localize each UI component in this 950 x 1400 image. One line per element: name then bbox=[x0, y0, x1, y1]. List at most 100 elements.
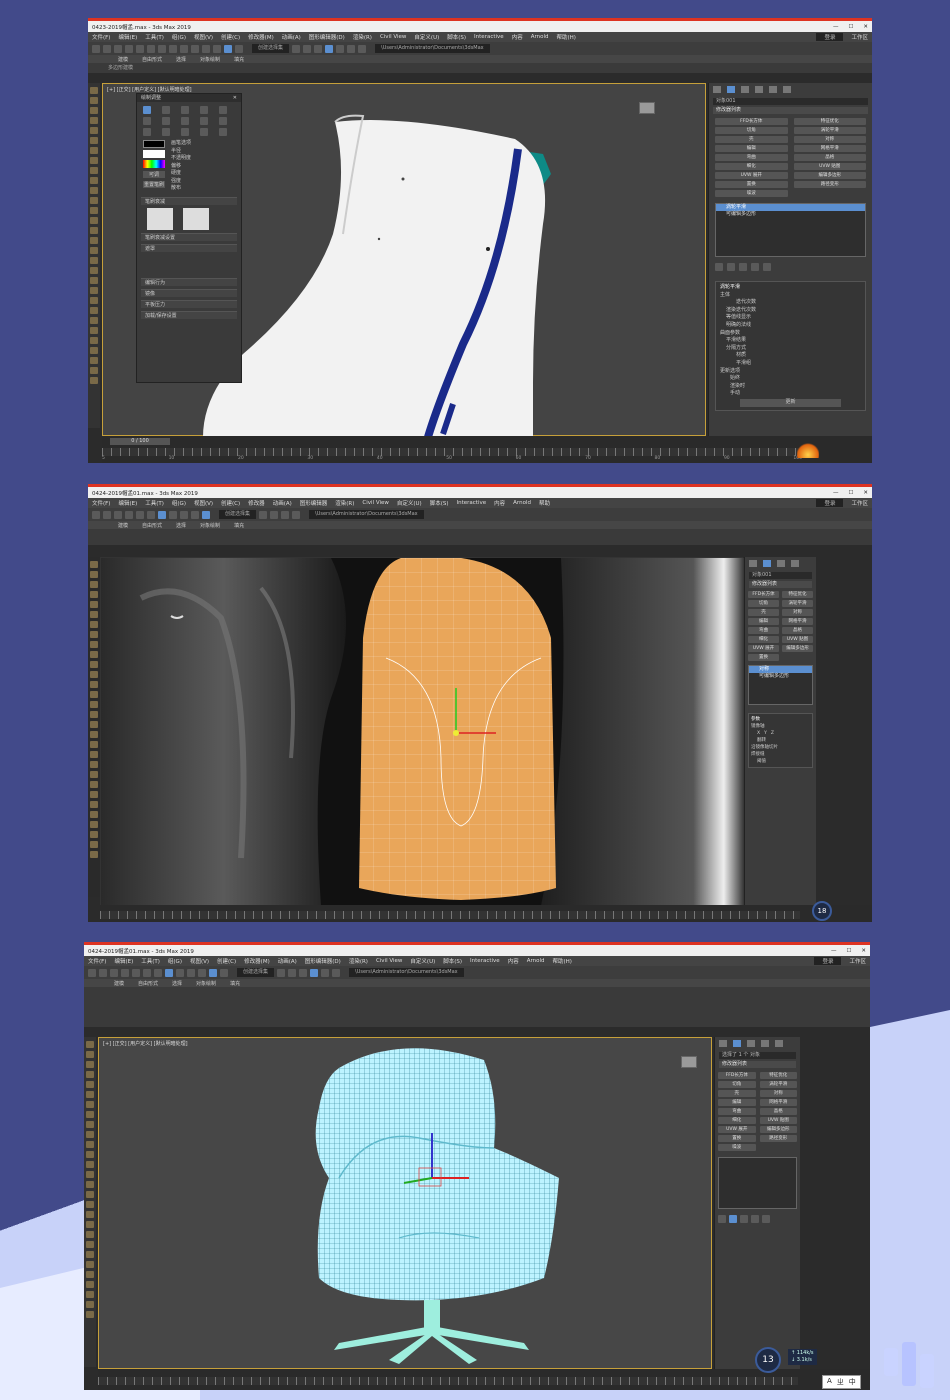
ribbon-tab-modeling[interactable]: 建模 bbox=[118, 56, 128, 63]
threshold-field[interactable]: 阈值 bbox=[751, 758, 810, 765]
tool-icon[interactable] bbox=[90, 337, 98, 344]
menu-view[interactable]: 视图(V) bbox=[190, 957, 209, 965]
close-button[interactable]: ✕ bbox=[863, 24, 868, 30]
modifier-button[interactable]: 编辑 bbox=[748, 618, 779, 625]
menu-file[interactable]: 文件(F) bbox=[92, 499, 110, 507]
menu-customize[interactable]: 自定义(U) bbox=[410, 957, 435, 965]
modifier-button[interactable]: 路径变形 bbox=[759, 1135, 797, 1142]
tool-icon[interactable] bbox=[86, 1081, 94, 1088]
section-falloff[interactable]: 笔刷衰减 bbox=[141, 196, 237, 205]
tool-icon[interactable] bbox=[90, 277, 98, 284]
tool-icon[interactable] bbox=[90, 137, 98, 144]
modifier-button[interactable]: 编辑多边形 bbox=[782, 645, 813, 652]
link-icon[interactable] bbox=[114, 44, 122, 53]
unlink-icon[interactable] bbox=[125, 510, 133, 519]
menu-tools[interactable]: 工具(T) bbox=[145, 499, 164, 507]
tool-icon[interactable] bbox=[86, 1201, 94, 1208]
project-path[interactable]: \Users\Administrator\Documents\3dsMax bbox=[349, 968, 464, 977]
tool-icon[interactable] bbox=[90, 367, 98, 374]
select-icon[interactable] bbox=[147, 44, 155, 53]
menu-help[interactable]: 帮助 bbox=[539, 499, 550, 507]
menu-help[interactable]: 帮助(H) bbox=[557, 33, 576, 41]
bind-icon[interactable] bbox=[136, 44, 144, 53]
tool-icon[interactable] bbox=[86, 1291, 94, 1298]
object-name-field[interactable]: 对象001 bbox=[749, 572, 812, 579]
undo-icon[interactable] bbox=[88, 968, 96, 977]
modifier-button[interactable]: 壳 bbox=[748, 609, 779, 616]
rollout-item[interactable]: 明确的法线 bbox=[720, 322, 861, 330]
hierarchy-tab-icon[interactable] bbox=[777, 560, 785, 567]
brush-icon[interactable] bbox=[162, 128, 170, 136]
close-button[interactable]: ✕ bbox=[861, 948, 866, 954]
hierarchy-tab-icon[interactable] bbox=[747, 1040, 755, 1047]
menu-rendering[interactable]: 渲染(R) bbox=[349, 957, 368, 965]
motion-tab-icon[interactable] bbox=[755, 86, 763, 93]
tool-icon[interactable] bbox=[86, 1261, 94, 1268]
modifier-button[interactable]: 编辑多边形 bbox=[793, 172, 866, 179]
workspace-label[interactable]: 工作区 bbox=[849, 957, 866, 965]
tool-icon[interactable] bbox=[90, 377, 98, 384]
redo-icon[interactable] bbox=[103, 44, 111, 53]
tool-icon[interactable] bbox=[86, 1101, 94, 1108]
tool-icon[interactable] bbox=[90, 147, 98, 154]
modifier-button[interactable]: 编辑 bbox=[718, 1099, 756, 1106]
modifier-button[interactable]: 对称 bbox=[782, 609, 813, 616]
section-edit-behavior[interactable]: 编辑行为 bbox=[141, 277, 237, 286]
rollout-item[interactable]: 始终 bbox=[720, 375, 861, 383]
brush-icon[interactable] bbox=[200, 128, 208, 136]
maximize-button[interactable]: ☐ bbox=[848, 24, 853, 30]
rollout-title[interactable]: 涡轮平滑 bbox=[720, 284, 861, 292]
ribbon-tab-modeling[interactable]: 建模 bbox=[118, 522, 128, 529]
brush-icon[interactable] bbox=[181, 117, 189, 125]
minimize-button[interactable]: — bbox=[833, 24, 839, 30]
update-button[interactable]: 更新 bbox=[740, 398, 841, 407]
ribbon-tab-freeform[interactable]: 自由形式 bbox=[142, 56, 162, 63]
layer-icon[interactable] bbox=[314, 44, 323, 53]
modifier-button[interactable]: 晶格 bbox=[793, 154, 866, 161]
tool-icon[interactable] bbox=[90, 821, 98, 828]
tool-icon[interactable] bbox=[90, 307, 98, 314]
menu-arnold[interactable]: Arnold bbox=[513, 500, 531, 506]
modifier-button[interactable]: 细化 bbox=[748, 636, 779, 643]
field-scatter[interactable]: 散布 bbox=[171, 185, 191, 193]
brush-icon[interactable] bbox=[162, 106, 170, 114]
show-end-result-icon[interactable] bbox=[727, 263, 735, 271]
rollout-item[interactable]: 渲染时 bbox=[720, 383, 861, 391]
tool-icon[interactable] bbox=[86, 1221, 94, 1228]
tool-icon[interactable] bbox=[90, 741, 98, 748]
tool-icon[interactable] bbox=[90, 621, 98, 628]
move-icon[interactable] bbox=[165, 968, 173, 977]
display-tab-icon[interactable] bbox=[769, 86, 777, 93]
modifier-button[interactable]: 涡轮平滑 bbox=[759, 1081, 797, 1088]
tool-icon[interactable] bbox=[90, 257, 98, 264]
unlink-icon[interactable] bbox=[125, 44, 133, 53]
tool-icon[interactable] bbox=[90, 317, 98, 324]
region-icon[interactable] bbox=[169, 44, 177, 53]
tool-icon[interactable] bbox=[90, 87, 98, 94]
modifier-button[interactable]: 晶格 bbox=[782, 627, 813, 634]
make-unique-icon[interactable] bbox=[739, 263, 747, 271]
selection-set-dropdown[interactable]: 创建选择集 bbox=[252, 44, 290, 53]
material-editor-icon[interactable] bbox=[321, 968, 330, 977]
tool-icon[interactable] bbox=[90, 561, 98, 568]
menu-interactive[interactable]: Interactive bbox=[470, 958, 500, 964]
menu-modifiers[interactable]: 修改器 bbox=[248, 499, 265, 507]
configure-sets-icon[interactable] bbox=[762, 1215, 770, 1223]
modifier-button[interactable]: 对称 bbox=[793, 136, 866, 143]
tool-icon[interactable] bbox=[86, 1181, 94, 1188]
viewport[interactable]: [+] [正交] [用户定义] [默认明暗处理] bbox=[98, 1037, 712, 1369]
time-ruler[interactable] bbox=[100, 911, 800, 919]
render-icon[interactable] bbox=[332, 968, 341, 977]
tool-icon[interactable] bbox=[90, 327, 98, 334]
modifier-button[interactable]: FFD长方体 bbox=[748, 591, 779, 598]
tool-icon[interactable] bbox=[90, 297, 98, 304]
menu-view[interactable]: 视图(V) bbox=[194, 33, 213, 41]
rotate-icon[interactable] bbox=[169, 510, 177, 519]
menu-arnold[interactable]: Arnold bbox=[531, 34, 549, 40]
modifier-list-dropdown[interactable]: 修改器列表 bbox=[749, 581, 812, 588]
ime-mode[interactable]: A bbox=[827, 1377, 832, 1387]
rotate-icon[interactable] bbox=[191, 44, 199, 53]
menu-create[interactable]: 创建(C) bbox=[221, 499, 240, 507]
falloff-preview[interactable] bbox=[183, 207, 209, 230]
redo-icon[interactable] bbox=[99, 968, 107, 977]
